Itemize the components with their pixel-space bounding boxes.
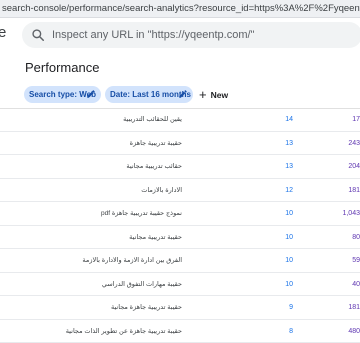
impressions-cell: 181 bbox=[348, 296, 360, 319]
table-row[interactable]: حقيبة تدريبية جاهزة 13 243 bbox=[0, 132, 360, 156]
edit-pencil-icon bbox=[178, 89, 188, 99]
table-row[interactable]: حقيبة تدريبية جاهزة مجانية 9 181 bbox=[0, 296, 360, 320]
clicks-cell: 13 bbox=[285, 155, 293, 178]
clicks-cell: 10 bbox=[285, 202, 293, 225]
sidebar-fragment: e bbox=[0, 24, 6, 41]
plus-icon: + bbox=[199, 87, 207, 102]
table-row[interactable]: حقيبة تدريبية مجانية 10 80 bbox=[0, 226, 360, 250]
table-row[interactable]: حقائب تدريبية مجانية 13 204 bbox=[0, 155, 360, 179]
impressions-cell: 59 bbox=[352, 249, 360, 272]
impressions-cell: 40 bbox=[352, 273, 360, 296]
filter-bar: Search type: Web Date: Last 16 months + N… bbox=[0, 82, 360, 109]
search-type-filter-chip[interactable]: Search type: Web bbox=[24, 86, 101, 103]
edit-pencil-icon bbox=[86, 89, 96, 99]
impressions-cell: 17 bbox=[352, 108, 360, 131]
url-text: search-console/performance/search-analyt… bbox=[2, 3, 360, 14]
clicks-cell: 10 bbox=[285, 273, 293, 296]
table-row[interactable]: يقين للحقائب التدريبية 14 17 bbox=[0, 108, 360, 132]
clicks-cell: 12 bbox=[285, 179, 293, 202]
table-row[interactable]: الفرق بين ادارة الازمة والادارة بالازمة 1… bbox=[0, 249, 360, 273]
query-cell: يقين للحقائب التدريبية bbox=[123, 108, 182, 131]
impressions-cell: 181 bbox=[348, 179, 360, 202]
browser-address-bar[interactable]: search-console/performance/search-analyt… bbox=[0, 0, 360, 18]
query-cell: حقيبة تدريبية مجانية bbox=[129, 226, 182, 249]
clicks-cell: 10 bbox=[285, 249, 293, 272]
clicks-cell: 14 bbox=[285, 108, 293, 131]
query-cell: الادارة بالازمات bbox=[141, 179, 182, 202]
url-inspection-search[interactable]: Inspect any URL in "https://yqeentp.com/… bbox=[22, 22, 360, 48]
query-cell: حقيبة تدريبية جاهزة bbox=[130, 132, 182, 155]
date-filter-chip[interactable]: Date: Last 16 months bbox=[105, 86, 193, 103]
search-icon bbox=[31, 28, 45, 42]
new-filter-label: New bbox=[211, 90, 228, 100]
query-cell: حقيبة مهارات التفوق الدراسي bbox=[102, 273, 182, 296]
impressions-cell: 204 bbox=[348, 155, 360, 178]
clicks-cell: 13 bbox=[285, 132, 293, 155]
queries-table: يقين للحقائب التدريبية 14 17 حقيبة تدريبية… bbox=[0, 108, 360, 343]
impressions-cell: 80 bbox=[352, 226, 360, 249]
page-title: Performance bbox=[25, 60, 99, 75]
new-filter-button[interactable]: + New bbox=[199, 86, 228, 103]
query-cell: نموذج حقيبة تدريبية جاهزة pdf bbox=[101, 202, 182, 225]
query-cell: حقيبة تدريبية جاهزة عن تطوير الذات مجاني… bbox=[66, 320, 182, 343]
impressions-cell: 1,043 bbox=[342, 202, 360, 225]
table-row[interactable]: حقيبة مهارات التفوق الدراسي 10 40 bbox=[0, 273, 360, 297]
clicks-cell: 10 bbox=[285, 226, 293, 249]
search-input-placeholder: Inspect any URL in "https://yqeentp.com/… bbox=[52, 22, 254, 48]
table-row[interactable]: نموذج حقيبة تدريبية جاهزة pdf 10 1,043 bbox=[0, 202, 360, 226]
impressions-cell: 480 bbox=[348, 320, 360, 343]
clicks-cell: 8 bbox=[289, 320, 293, 343]
impressions-cell: 243 bbox=[348, 132, 360, 155]
query-cell: حقيبة تدريبية جاهزة مجانية bbox=[111, 296, 182, 319]
table-row[interactable]: حقيبة تدريبية جاهزة عن تطوير الذات مجاني… bbox=[0, 320, 360, 343]
query-cell: حقائب تدريبية مجانية bbox=[126, 155, 182, 178]
query-cell: الفرق بين ادارة الازمة والادارة بالازمة bbox=[82, 249, 182, 272]
table-row[interactable]: الادارة بالازمات 12 181 bbox=[0, 179, 360, 203]
clicks-cell: 9 bbox=[289, 296, 293, 319]
